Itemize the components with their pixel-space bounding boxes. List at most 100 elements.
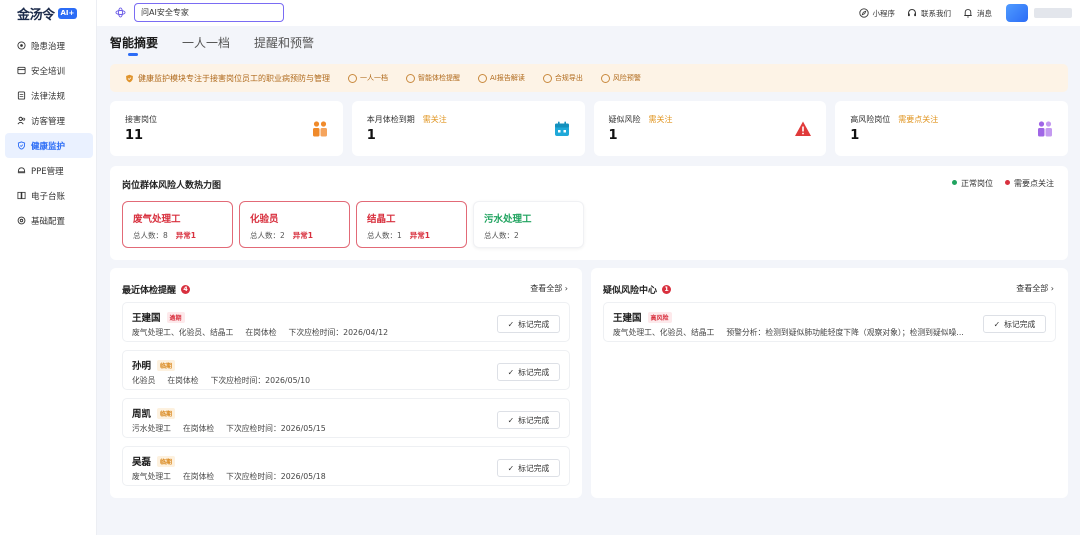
status-badge: 临期 <box>157 455 176 467</box>
sidebar-item-ledger[interactable]: 电子台账 <box>5 183 93 208</box>
risk-heatmap: 岗位群体风险人数热力图 正常岗位 需要点关注 废气处理工 总人数：8 异常1 化验… <box>110 166 1068 260</box>
mark-complete-button[interactable]: ✓ 标记完成 <box>497 363 560 381</box>
tab-reminders-alerts[interactable]: 提醒和预警 <box>254 34 314 51</box>
check-icon: ✓ <box>507 415 515 425</box>
sidebar-item-label: 隐患治理 <box>31 41 66 52</box>
heatmap-card-lab-technician[interactable]: 化验员 总人数：2 异常1 <box>239 201 350 248</box>
list-item[interactable]: 周凯 临期 污水处理工 在岗体检 下次应检时间：2026/05/15 ✓ 标记完成 <box>122 398 570 438</box>
sidebar-item-label: PPE管理 <box>31 166 64 177</box>
employee-name: 王建国 <box>613 313 642 324</box>
count-badge: 4 <box>181 285 191 294</box>
brand-name: 金汤令 <box>17 8 55 23</box>
stat-tag: 需关注 <box>648 115 673 124</box>
sidebar-item-training[interactable]: 安全培训 <box>5 58 93 83</box>
export-icon <box>542 73 552 83</box>
contact-us-link[interactable]: 联系我们 <box>907 8 951 19</box>
post-total: 8 <box>163 231 168 240</box>
tab-bar: 智能摘要 一人一档 提醒和预警 <box>110 34 314 56</box>
stat-suspected-risk[interactable]: 疑似风险 需关注 1 <box>593 101 827 156</box>
stat-label: 疑似风险 <box>608 115 641 124</box>
heatmap-card-wastewater-worker[interactable]: 污水处理工 总人数：2 <box>473 201 584 248</box>
stat-tag: 需关注 <box>422 115 447 124</box>
legend-dot-attention <box>1005 180 1010 185</box>
stat-exposure-posts[interactable]: 接害岗位 11 <box>110 101 343 156</box>
mark-complete-button[interactable]: ✓ 标记完成 <box>497 315 560 333</box>
checkup-type: 在岗体检 <box>182 472 215 481</box>
warning-icon <box>795 121 812 136</box>
stat-label: 高风险岗位 <box>850 115 891 124</box>
posts: 废气处理工、化验员、结晶工 <box>613 328 715 337</box>
sidebar-item-hazard[interactable]: 隐患治理 <box>5 33 93 58</box>
banner-chip-export: 合规导出 <box>542 73 583 83</box>
risk-center-panel: 疑似风险中心 1 查看全部 › 王建国 高风险 废气处理工、化验员、结晶工 预警分析：… <box>591 268 1068 498</box>
next-date: 下次应检时间：2026/04/12 <box>288 328 389 337</box>
posts: 废气处理工 <box>132 472 171 481</box>
stat-high-risk-posts[interactable]: 高风险岗位 需要点关注 1 <box>835 101 1068 156</box>
status-badge: 临期 <box>157 407 176 419</box>
ai-search-input[interactable] <box>134 3 284 22</box>
headset-icon <box>908 8 916 17</box>
banner-chip-ai-report: AI报告解读 <box>478 73 525 83</box>
list-item[interactable]: 王建国 高风险 废气处理工、化验员、结晶工 预警分析：检测到疑似肺功能轻度下降（观察… <box>603 302 1056 342</box>
sidebar-item-health[interactable]: 健康监护 <box>5 133 93 158</box>
sidebar-item-visitor[interactable]: 访客管理 <box>5 108 93 133</box>
post-name: 结晶工 <box>367 214 396 225</box>
list-item[interactable]: 孙明 临期 化验员 在岗体检 下次应检时间：2026/05/10 ✓ 标记完成 <box>122 350 570 390</box>
sidebar-item-config[interactable]: 基础配置 <box>5 208 93 233</box>
banner-chip-profile: 一人一档 <box>348 73 388 83</box>
sidebar-item-label: 法律法规 <box>31 91 66 102</box>
panel-title: 疑似风险中心 <box>603 286 658 296</box>
top-right-actions: 小程序 联系我们 消息 <box>858 0 1080 26</box>
post-name: 化验员 <box>250 214 279 225</box>
mini-program-link[interactable]: 小程序 <box>858 8 895 19</box>
posts: 化验员 <box>132 376 156 385</box>
ai-assistant-icon[interactable] <box>115 7 126 18</box>
top-bar: 小程序 联系我们 消息 <box>97 0 1080 26</box>
posts: 污水处理工 <box>132 424 171 433</box>
user-name-redacted[interactable] <box>1034 8 1072 18</box>
list-item[interactable]: 王建国 逾期 废气处理工、化验员、结晶工 在岗体检 下次应检时间：2026/04/12… <box>122 302 570 342</box>
post-name: 污水处理工 <box>484 214 532 225</box>
ledger-icon <box>17 191 26 200</box>
sidebar-item-ppe[interactable]: PPE管理 <box>5 158 93 183</box>
avatar[interactable] <box>1006 4 1028 22</box>
messages-label: 消息 <box>977 8 992 18</box>
heatmap-card-exhaust-worker[interactable]: 废气处理工 总人数：8 异常1 <box>122 201 233 248</box>
checkup-type: 在岗体检 <box>245 328 277 337</box>
stat-monthly-checkup-due[interactable]: 本月体检到期 需关注 1 <box>351 101 585 156</box>
person-icon <box>348 73 357 83</box>
mark-complete-button[interactable]: ✓ 标记完成 <box>983 315 1046 333</box>
check-icon: ✓ <box>993 319 1001 329</box>
brand-logo[interactable]: 金汤令 AI+ <box>17 4 78 23</box>
calendar-icon <box>406 73 415 83</box>
banner-chip-reminder: 智能体检提醒 <box>406 73 460 83</box>
bell-icon <box>964 9 972 18</box>
list-item[interactable]: 吴磊 临期 废气处理工 在岗体检 下次应检时间：2026/05/18 ✓ 标记完成 <box>122 446 570 486</box>
sidebar-item-label: 安全培训 <box>31 66 66 77</box>
heatmap-cards: 废气处理工 总人数：8 异常1 化验员 总人数：2 异常1 结晶工 总人数：1 异常1… <box>122 201 584 248</box>
messages-link[interactable]: 消息 <box>963 8 992 19</box>
heatmap-card-crystallizer[interactable]: 结晶工 总人数：1 异常1 <box>356 201 467 248</box>
checkup-reminder-panel: 最近体检提醒 4 查看全部 › 王建国 逾期 废气处理工、化验员、结晶工 在岗体检 下次… <box>110 268 582 498</box>
checkup-list: 王建国 逾期 废气处理工、化验员、结晶工 在岗体检 下次应检时间：2026/04/12… <box>122 302 570 494</box>
brand-badge: AI+ <box>57 8 78 19</box>
sidebar-item-label: 访客管理 <box>31 116 66 127</box>
info-banner: 健康监护模块专注于接害岗位员工的职业病预防与管理 一人一档 智能体检提醒 AI报… <box>110 64 1068 92</box>
shield-icon <box>17 141 26 150</box>
employee-name: 王建国 <box>132 313 161 324</box>
legend-attention: 需要点关注 <box>1005 178 1054 189</box>
sidebar-item-law[interactable]: 法律法规 <box>5 83 93 108</box>
shield-icon <box>126 74 133 82</box>
stat-cards: 接害岗位 11 本月体检到期 需关注 1 疑似风险 需关注 1 高风险岗位 需要点关注… <box>110 101 1068 156</box>
next-date: 下次应检时间：2026/05/15 <box>226 424 326 433</box>
view-all-link[interactable]: 查看全部 › <box>530 283 568 294</box>
tab-smart-summary[interactable]: 智能摘要 <box>110 34 158 56</box>
tab-one-person-one-file[interactable]: 一人一档 <box>182 34 230 51</box>
sidebar-item-label: 健康监护 <box>31 141 66 152</box>
next-date: 下次应检时间：2026/05/10 <box>210 376 311 385</box>
chevron-right-icon: › <box>564 284 568 293</box>
mark-complete-button[interactable]: ✓ 标记完成 <box>497 411 560 429</box>
view-all-link[interactable]: 查看全部 › <box>1016 283 1054 294</box>
mark-complete-button[interactable]: ✓ 标记完成 <box>497 459 560 477</box>
stat-value: 11 <box>125 128 144 143</box>
